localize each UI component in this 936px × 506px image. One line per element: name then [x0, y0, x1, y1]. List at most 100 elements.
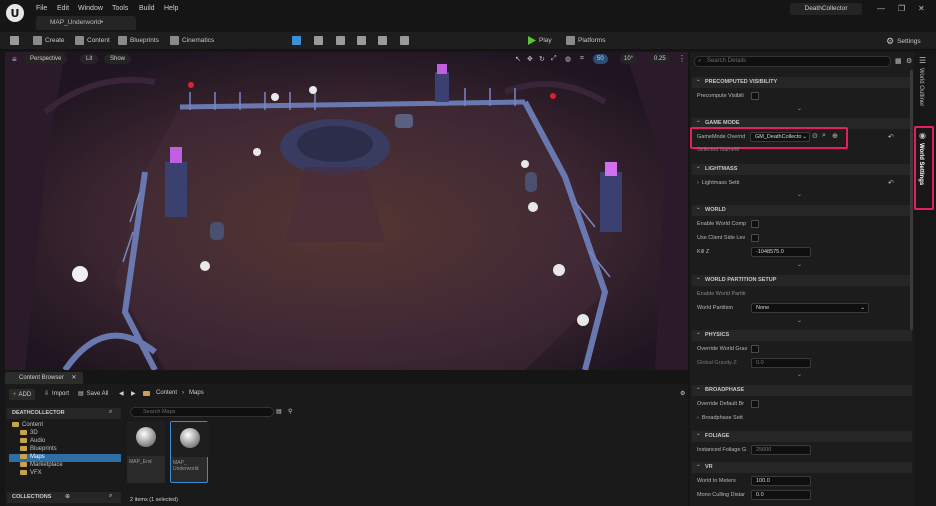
details-scrollbar[interactable] — [910, 70, 913, 330]
details-settings-icon[interactable]: ⚙ — [906, 57, 912, 65]
play-button[interactable]: Play — [527, 36, 552, 45]
section-lightmass[interactable]: LIGHTMASS — [692, 162, 912, 175]
global-gravity-z-input[interactable]: 0.0 — [751, 358, 811, 368]
add-collection-icon[interactable]: ⊕ — [65, 493, 70, 500]
section-precomputed-visibility[interactable]: PRECOMPUTED VISIBILITY — [692, 75, 912, 88]
expand-advanced-icon[interactable]: ⌄ — [797, 371, 802, 378]
menu-help[interactable]: Help — [164, 5, 178, 12]
browse-asset-icon[interactable]: ⊙ — [812, 132, 818, 140]
world-to-meters-input[interactable]: 100.0 — [751, 476, 811, 486]
select-tool-icon[interactable]: ↖ — [515, 55, 521, 63]
menu-window[interactable]: Window — [78, 5, 103, 12]
landscape-icon[interactable] — [314, 36, 323, 45]
close-window-icon[interactable]: ✕ — [918, 4, 925, 13]
select-mode-icon[interactable] — [292, 36, 301, 45]
menu-build[interactable]: Build — [139, 5, 155, 12]
asset-search-input[interactable]: Search Maps — [130, 407, 274, 417]
expand-advanced-icon[interactable]: ⌄ — [797, 191, 802, 198]
forward-icon[interactable]: ▶ — [131, 390, 136, 397]
asset-tile-map-end[interactable]: MAP_End — [127, 421, 165, 483]
back-icon[interactable]: ◀ — [119, 390, 124, 397]
viewport-layout-icon[interactable]: ⋮ — [678, 54, 686, 63]
tree-search-icon[interactable]: ⌕ — [109, 409, 112, 416]
override-world-gravity-checkbox[interactable] — [751, 345, 759, 353]
create-button[interactable]: Create — [33, 36, 65, 45]
import-button[interactable]: ⇩ Import — [44, 390, 69, 398]
use-client-side-checkbox[interactable] — [751, 234, 759, 242]
mono-culling-input[interactable]: 0.0 — [751, 490, 811, 500]
reset-to-default-icon[interactable]: ↶ — [888, 133, 894, 141]
fracture-icon[interactable] — [400, 36, 409, 45]
expand-advanced-icon[interactable]: ⌄ — [797, 105, 802, 112]
section-world[interactable]: WORLD — [692, 203, 912, 216]
section-broadphase[interactable]: BROADPHASE — [692, 383, 912, 396]
tree-item-vfx[interactable]: VFX — [20, 470, 42, 476]
expand-advanced-icon[interactable]: ⌄ — [797, 261, 802, 268]
tree-item-3d[interactable]: 3D — [20, 430, 38, 436]
world-settings-tab[interactable]: World Settings — [918, 143, 924, 185]
precompute-visibility-checkbox[interactable] — [751, 92, 759, 100]
level-viewport[interactable] — [5, 52, 688, 370]
close-tab-icon[interactable]: ✕ — [71, 375, 76, 381]
add-button[interactable]: + ADD — [9, 389, 36, 400]
filter-icon[interactable]: ⚲ — [288, 408, 292, 415]
foliage-icon[interactable] — [336, 36, 345, 45]
find-in-browser-icon[interactable]: ⌕ — [822, 132, 826, 140]
reset-to-default-icon[interactable]: ↶ — [888, 179, 894, 187]
blueprints-button[interactable]: Blueprints — [118, 36, 159, 45]
selected-gamemode-label[interactable]: Selected GameM — [697, 147, 740, 153]
section-physics[interactable]: PHYSICS — [692, 328, 912, 341]
world-outliner-tab[interactable]: World Outliner — [918, 68, 924, 106]
minimize-icon[interactable]: — — [877, 4, 885, 13]
settings-button[interactable]: ⚙ Settings — [886, 36, 921, 47]
section-world-partition[interactable]: WORLD PARTITION SETUP — [692, 273, 912, 286]
breadcrumb-maps[interactable]: Maps — [189, 390, 204, 396]
scale-tool-icon[interactable]: ⤢ — [551, 55, 557, 63]
override-default-broadphase-checkbox[interactable] — [751, 400, 759, 408]
modeling-icon[interactable] — [378, 36, 387, 45]
breadcrumb-content[interactable]: Content — [156, 390, 177, 396]
save-icon[interactable] — [10, 36, 19, 45]
save-all-button[interactable]: ▤ Save All — [78, 390, 108, 398]
kill-z-input[interactable]: -1048575.0 — [751, 247, 811, 257]
maximize-icon[interactable]: ❐ — [898, 4, 905, 13]
scale-snap-button[interactable]: 0.25 — [650, 54, 670, 64]
tree-item-maps[interactable]: Maps — [9, 454, 121, 462]
viewport-menu-icon[interactable]: ≡ — [12, 55, 17, 64]
asset-tile-map-underworld[interactable]: MAP_ Underworld — [170, 421, 209, 483]
broadphase-settings-label[interactable]: › Broadphase Sett — [697, 415, 743, 421]
section-vr[interactable]: VR — [692, 460, 912, 473]
world-partition-dropdown[interactable]: None ⌄ — [751, 303, 869, 313]
level-tab[interactable]: MAP_Underworld• — [36, 16, 136, 30]
content-browser-tab[interactable]: Content Browser ✕ — [5, 372, 83, 384]
menu-edit[interactable]: Edit — [57, 5, 69, 12]
rotation-snap-button[interactable]: 10° — [620, 54, 638, 64]
collections-header[interactable]: COLLECTIONS ⊕ ⌕ — [7, 492, 121, 503]
property-matrix-icon[interactable]: ▦ — [895, 57, 902, 65]
expand-advanced-icon[interactable]: ⌄ — [797, 317, 802, 324]
perspective-button[interactable]: Perspective — [24, 54, 68, 64]
lit-button[interactable]: Lit — [80, 54, 99, 64]
lightmass-settings-label[interactable]: › Lightmass Setti — [697, 180, 739, 186]
content-button[interactable]: Content — [75, 36, 110, 45]
enable-world-comp-checkbox[interactable] — [751, 220, 759, 228]
show-button[interactable]: Show — [104, 54, 132, 64]
unreal-logo-icon[interactable]: U — [6, 4, 24, 22]
section-foliage[interactable]: FOLIAGE — [692, 429, 912, 442]
menu-tools[interactable]: Tools — [112, 5, 128, 12]
gamemode-override-dropdown[interactable]: GM_DeathCollecto ⌄ — [750, 132, 810, 142]
tree-item-content[interactable]: Content — [12, 422, 43, 428]
add-new-icon[interactable]: ⊕ — [832, 132, 838, 140]
menu-file[interactable]: File — [36, 5, 47, 12]
move-tool-icon[interactable]: ✥ — [527, 55, 533, 63]
save-search-icon[interactable]: ▤ — [276, 408, 282, 415]
tree-item-blueprints[interactable]: Blueprints — [20, 446, 57, 452]
project-header[interactable]: DEATHCOLLECTOR ⌕ — [7, 408, 121, 419]
details-search-input[interactable]: ⌕ Search Details — [694, 56, 891, 67]
cb-settings-icon[interactable]: ⚙ — [680, 390, 685, 397]
tree-item-audio[interactable]: Audio — [20, 438, 45, 444]
cinematics-button[interactable]: Cinematics — [170, 36, 214, 45]
world-space-icon[interactable]: ◍ — [565, 55, 571, 63]
mesh-paint-icon[interactable] — [357, 36, 366, 45]
platforms-button[interactable]: Platforms — [566, 36, 605, 45]
